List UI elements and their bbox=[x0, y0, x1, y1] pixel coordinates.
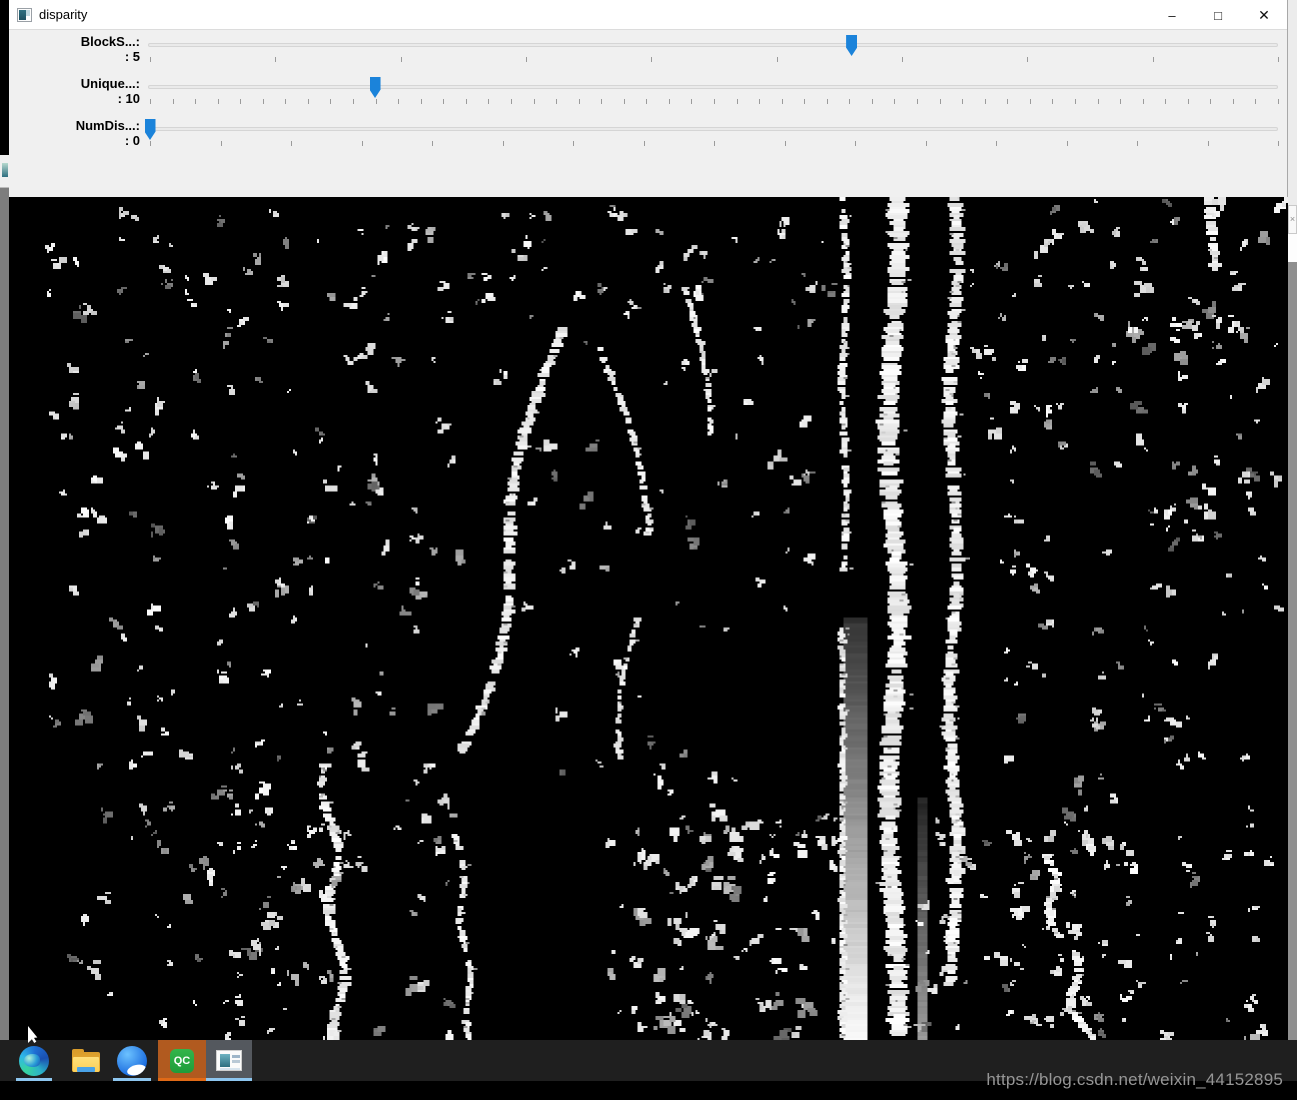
disparity-image bbox=[9, 197, 1288, 1040]
trackbar-label: BlockS...: bbox=[80, 34, 140, 49]
trackbar-thumb[interactable] bbox=[144, 119, 156, 140]
edge-icon bbox=[19, 1045, 49, 1076]
trackbar-ticks bbox=[9, 141, 1287, 147]
taskbar-file-explorer-button[interactable] bbox=[68, 1040, 104, 1081]
taskbar-edge-button[interactable] bbox=[16, 1040, 52, 1081]
background-window-left-edge bbox=[0, 155, 9, 1040]
minimize-button[interactable]: – bbox=[1149, 0, 1195, 30]
watermark: https://blog.csdn.net/weixin_44152895 bbox=[986, 1070, 1283, 1089]
trackbar-panel: BlockS...: : 5 Unique...: : 10 NumDis...… bbox=[9, 30, 1287, 197]
window-title: disparity bbox=[39, 7, 88, 22]
trackbar-uniqueness: Unique...: : 10 bbox=[9, 75, 1287, 117]
file-explorer-icon bbox=[71, 1048, 101, 1073]
trackbar-rail[interactable] bbox=[148, 127, 1278, 131]
active-indicator bbox=[206, 1078, 252, 1081]
trackbar-numdisparities: NumDis...: : 0 bbox=[9, 117, 1287, 159]
background-window-icon bbox=[0, 155, 9, 188]
background-window-right-edge: × bbox=[1288, 0, 1297, 1040]
taskbar-qc-button[interactable]: QC bbox=[158, 1040, 206, 1081]
running-indicator bbox=[113, 1078, 151, 1081]
disparity-window: disparity – □ ✕ BlockS...: : 5 Unique...… bbox=[9, 0, 1288, 1040]
app-icon bbox=[17, 8, 32, 22]
disparity-window-icon bbox=[216, 1050, 242, 1071]
qq-browser-icon bbox=[117, 1045, 147, 1076]
trackbar-ticks bbox=[9, 99, 1287, 105]
background-scrollbar-button: × bbox=[1288, 205, 1297, 234]
trackbar-thumb[interactable] bbox=[846, 35, 858, 56]
trackbar-blocksize: BlockS...: : 5 bbox=[9, 33, 1287, 75]
title-bar[interactable]: disparity – □ ✕ bbox=[9, 0, 1287, 30]
trackbar-rail[interactable] bbox=[148, 43, 1278, 47]
taskbar-disparity-button[interactable] bbox=[206, 1040, 252, 1081]
maximize-button[interactable]: □ bbox=[1195, 0, 1241, 30]
running-indicator bbox=[16, 1078, 52, 1081]
trackbar-label: Unique...: bbox=[80, 76, 140, 91]
trackbar-rail[interactable] bbox=[148, 85, 1278, 89]
taskbar-qq-browser-button[interactable] bbox=[113, 1040, 151, 1081]
qc-icon: QC bbox=[170, 1048, 194, 1073]
trackbar-label: NumDis...: bbox=[75, 118, 140, 133]
trackbar-ticks bbox=[9, 57, 1287, 63]
attention-indicator bbox=[158, 1078, 206, 1081]
trackbar-thumb[interactable] bbox=[369, 77, 381, 98]
close-button[interactable]: ✕ bbox=[1241, 0, 1287, 30]
